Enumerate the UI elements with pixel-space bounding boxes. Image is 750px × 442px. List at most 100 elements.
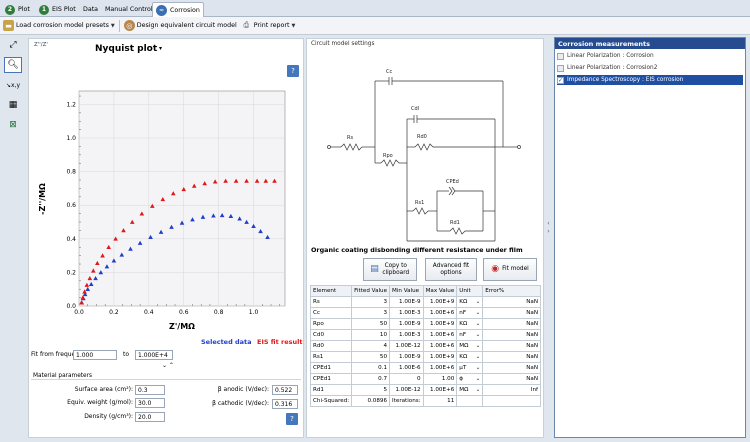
- fitted-value-cell[interactable]: 10: [351, 329, 391, 341]
- help-button[interactable]: ?: [287, 65, 299, 77]
- fitted-value-cell[interactable]: 50: [351, 318, 391, 330]
- component-label-rs1: Rs1: [415, 200, 424, 206]
- panel-collapse-toggle[interactable]: ‹ ›: [545, 220, 552, 236]
- min-value-cell: 1.00E-6: [389, 362, 424, 374]
- chevron-down-icon: ▼: [110, 22, 115, 29]
- unit-value: KΩ: [459, 321, 468, 327]
- advanced-fit-options-button[interactable]: Advanced fit options: [425, 258, 477, 281]
- y-tick-label: 0.4: [66, 236, 76, 243]
- tab-eis-plot[interactable]: 1 EIS Plot: [36, 2, 79, 17]
- equiv-weight-input[interactable]: [135, 398, 165, 408]
- list-item-eis-corrosion[interactable]: ✓ Impedance Spectroscopy : EIS corrosion: [557, 75, 743, 85]
- load-presets-button[interactable]: ▬ Load corrosion model presets ▼: [3, 20, 115, 31]
- unit-select[interactable]: nF ⌄: [456, 329, 484, 341]
- circuit-model-panel: Circuit model settings Cc Rs Rpo Cdl Rd0…: [306, 38, 544, 438]
- fit-to-input[interactable]: [135, 350, 173, 360]
- chevron-down-icon: ⌄: [475, 332, 481, 338]
- y-tick-label: 0.8: [66, 169, 76, 176]
- measurement-checkbox[interactable]: [557, 52, 564, 60]
- unit-select[interactable]: KΩ ⌄: [456, 318, 484, 330]
- element-name-cell: Cd0: [309, 329, 353, 341]
- unit-select[interactable]: MΩ ⌄: [456, 384, 484, 396]
- chevron-down-icon: ⌄: [475, 310, 481, 316]
- table-row: Rs1 50 1.00E-9 1.00E+9 KΩ ⌄ NaN: [309, 351, 541, 363]
- surface-area-input[interactable]: [135, 385, 165, 395]
- fitted-value-cell[interactable]: 50: [351, 351, 391, 363]
- chevron-down-icon[interactable]: ▾: [159, 45, 162, 52]
- table-row: Cc 3 1.00E-3 1.00E+6 nF ⌄ NaN: [309, 307, 541, 319]
- table-row: Cd0 10 1.00E-3 1.00E+6 nF ⌄ NaN: [309, 329, 541, 341]
- unit-select[interactable]: μT ⌄: [456, 362, 484, 374]
- min-value-cell: 1.00E-12: [389, 340, 424, 352]
- fit-from-input[interactable]: [73, 350, 117, 360]
- load-presets-label: Load corrosion model presets: [16, 22, 109, 29]
- plot-count-badge: 2: [5, 4, 15, 15]
- min-value-cell: 0: [389, 373, 424, 385]
- chi-squared-value: 0.0896: [351, 395, 391, 407]
- unit-select[interactable]: MΩ ⌄: [456, 340, 484, 352]
- copy-to-clipboard-button[interactable]: ▤ Copy to clipboard: [363, 258, 417, 281]
- unit-select[interactable]: ϕ ⌄: [456, 373, 484, 385]
- max-value-cell: 1.00E+6: [422, 340, 458, 352]
- export-image-tool[interactable]: ▦: [4, 97, 22, 113]
- min-value-cell: 1.00E-9: [389, 296, 424, 308]
- design-circuit-button[interactable]: ◎ Design equivalent circuit model: [123, 20, 237, 31]
- fit-model-button[interactable]: ◉ Fit model: [483, 258, 537, 281]
- fitted-value-cell[interactable]: 3: [351, 307, 391, 319]
- beta-anodic-input[interactable]: [272, 385, 298, 395]
- fitted-value-cell[interactable]: 4: [351, 340, 391, 352]
- axis-toggle-button[interactable]: Z''/Z': [34, 42, 48, 48]
- material-help-button[interactable]: ?: [286, 413, 298, 425]
- max-value-cell: 1.00E+9: [422, 296, 458, 308]
- unit-value: ϕ: [459, 376, 463, 382]
- print-report-button[interactable]: ⎙ Print report ▼: [241, 20, 295, 31]
- fitted-value-cell[interactable]: 5: [351, 384, 391, 396]
- col-header-element: Element: [309, 285, 353, 297]
- measurement-checkbox[interactable]: [557, 64, 564, 72]
- tab-plot-label: Plot: [18, 6, 30, 13]
- zoom-fit-tool[interactable]: ⤢: [4, 37, 22, 53]
- col-header-max: Max Value: [422, 285, 458, 297]
- expand-chevron-icon[interactable]: ⌄ ⌃: [162, 362, 174, 369]
- equiv-weight-label: Equiv. weight (g/mol):: [67, 399, 133, 406]
- chevron-down-icon: ⌄: [475, 321, 481, 327]
- density-input[interactable]: [135, 412, 165, 422]
- y-axis-label: -Z''/MΩ: [38, 183, 47, 215]
- tab-plot[interactable]: 2 Plot: [2, 2, 33, 17]
- element-name-cell: Rpo: [309, 318, 353, 330]
- error-percent-cell: NaN: [482, 373, 541, 385]
- export-excel-tool[interactable]: ⊠: [4, 117, 22, 133]
- x-tick-label: 0.2: [109, 309, 119, 316]
- error-percent-cell: NaN: [482, 307, 541, 319]
- material-divider: [31, 379, 301, 380]
- excel-icon: ⊠: [9, 120, 17, 130]
- error-percent-cell: NaN: [482, 318, 541, 330]
- measurement-checkbox[interactable]: ✓: [557, 76, 564, 84]
- unit-select[interactable]: KΩ ⌄: [456, 351, 484, 363]
- zoom-tool[interactable]: 🔍︎: [4, 57, 22, 73]
- list-item-lpr-corrosion2[interactable]: Linear Polarization : Corrosion2: [557, 63, 743, 73]
- tab-data[interactable]: Data: [80, 2, 101, 17]
- unit-value: nF: [459, 310, 467, 316]
- tab-corrosion[interactable]: ≈ Corrosion: [152, 2, 204, 17]
- tab-manual-control[interactable]: Manual Control: [102, 2, 156, 17]
- element-name-cell: Rd0: [309, 340, 353, 352]
- list-item-lpr-corrosion[interactable]: Linear Polarization : Corrosion: [557, 51, 743, 61]
- unit-value: MΩ: [459, 343, 469, 349]
- image-export-icon: ▦: [8, 100, 18, 110]
- element-name-cell: CPEd1: [309, 373, 353, 385]
- component-label-cc: Cc: [386, 69, 392, 75]
- measurement-label: Linear Polarization : Corrosion: [567, 53, 654, 59]
- beta-cathodic-input[interactable]: [272, 399, 298, 409]
- chevron-right-icon: ›: [547, 228, 550, 235]
- component-label-rct: Rd0: [417, 134, 427, 140]
- fitted-value-cell[interactable]: 0.7: [351, 373, 391, 385]
- fitted-value-cell[interactable]: 3: [351, 296, 391, 308]
- print-report-label: Print report: [253, 22, 290, 29]
- unit-select[interactable]: nF ⌄: [456, 307, 484, 319]
- iterations-value: 11: [422, 395, 458, 407]
- fitted-value-cell[interactable]: 0.1: [351, 362, 391, 374]
- cursor-xy-tool[interactable]: ↘x,y: [4, 77, 22, 93]
- unit-select[interactable]: KΩ ⌄: [456, 296, 484, 308]
- nyquist-plot-panel: Z''/Z' Nyquist plot ▾ ? 0.0 0.2 0.4 0.6 0.8 1…: [28, 38, 304, 438]
